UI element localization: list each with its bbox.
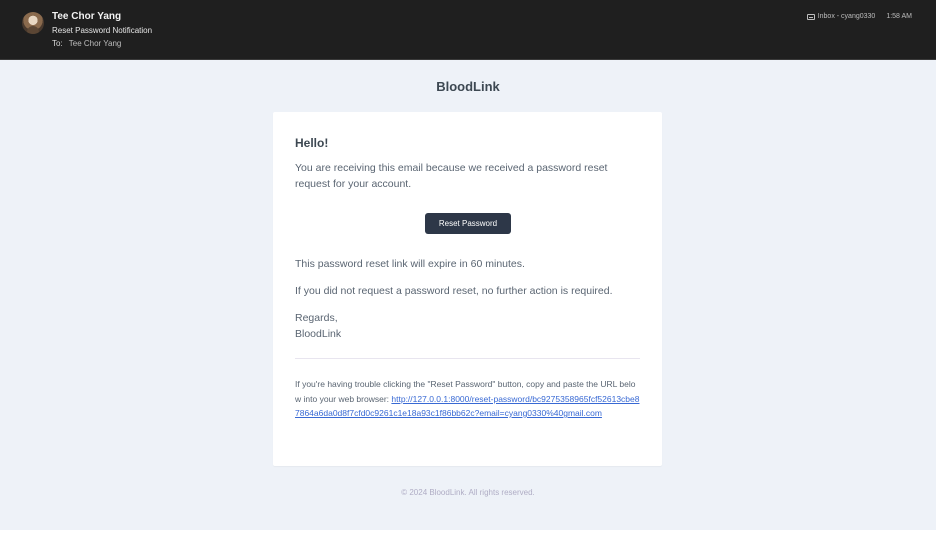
- email-header: Tee Chor Yang Reset Password Notificatio…: [0, 0, 936, 60]
- footer-copyright: © 2024 BloodLink. All rights reserved.: [401, 488, 535, 497]
- regards-text: Regards,: [295, 312, 338, 324]
- received-time: 1:58 AM: [886, 13, 912, 20]
- signature-text: BloodLink: [295, 328, 342, 340]
- subcopy: If you're having trouble clicking the "R…: [295, 377, 641, 421]
- inbox-icon: [806, 13, 815, 20]
- recipient-name: Tee Chor Yang: [68, 39, 122, 48]
- greeting: Hello!: [295, 136, 329, 150]
- folder-name: Inbox - cyang0330: [817, 13, 876, 20]
- reset-password-button[interactable]: Reset Password: [425, 213, 511, 234]
- email-meta: Inbox - cyang0330 1:58 AM: [806, 13, 912, 20]
- email-card: Hello! You are receiving this email beca…: [273, 112, 662, 466]
- brand-name[interactable]: BloodLink: [0, 79, 936, 94]
- sender-name: Tee Chor Yang: [52, 11, 122, 22]
- sign-off: Regards, BloodLink: [295, 310, 641, 342]
- no-action-text: If you did not request a password reset,…: [295, 285, 613, 297]
- expire-text: This password reset link will expire in …: [295, 258, 525, 270]
- email-subject: Reset Password Notification: [52, 26, 153, 35]
- to-label: To:: [52, 39, 63, 48]
- divider: [295, 358, 640, 359]
- folder-label[interactable]: Inbox - cyang0330: [806, 13, 876, 20]
- intro-text: You are receiving this email because we …: [295, 162, 608, 190]
- sender-avatar[interactable]: [22, 12, 44, 34]
- recipient-line: To: Tee Chor Yang: [52, 39, 121, 48]
